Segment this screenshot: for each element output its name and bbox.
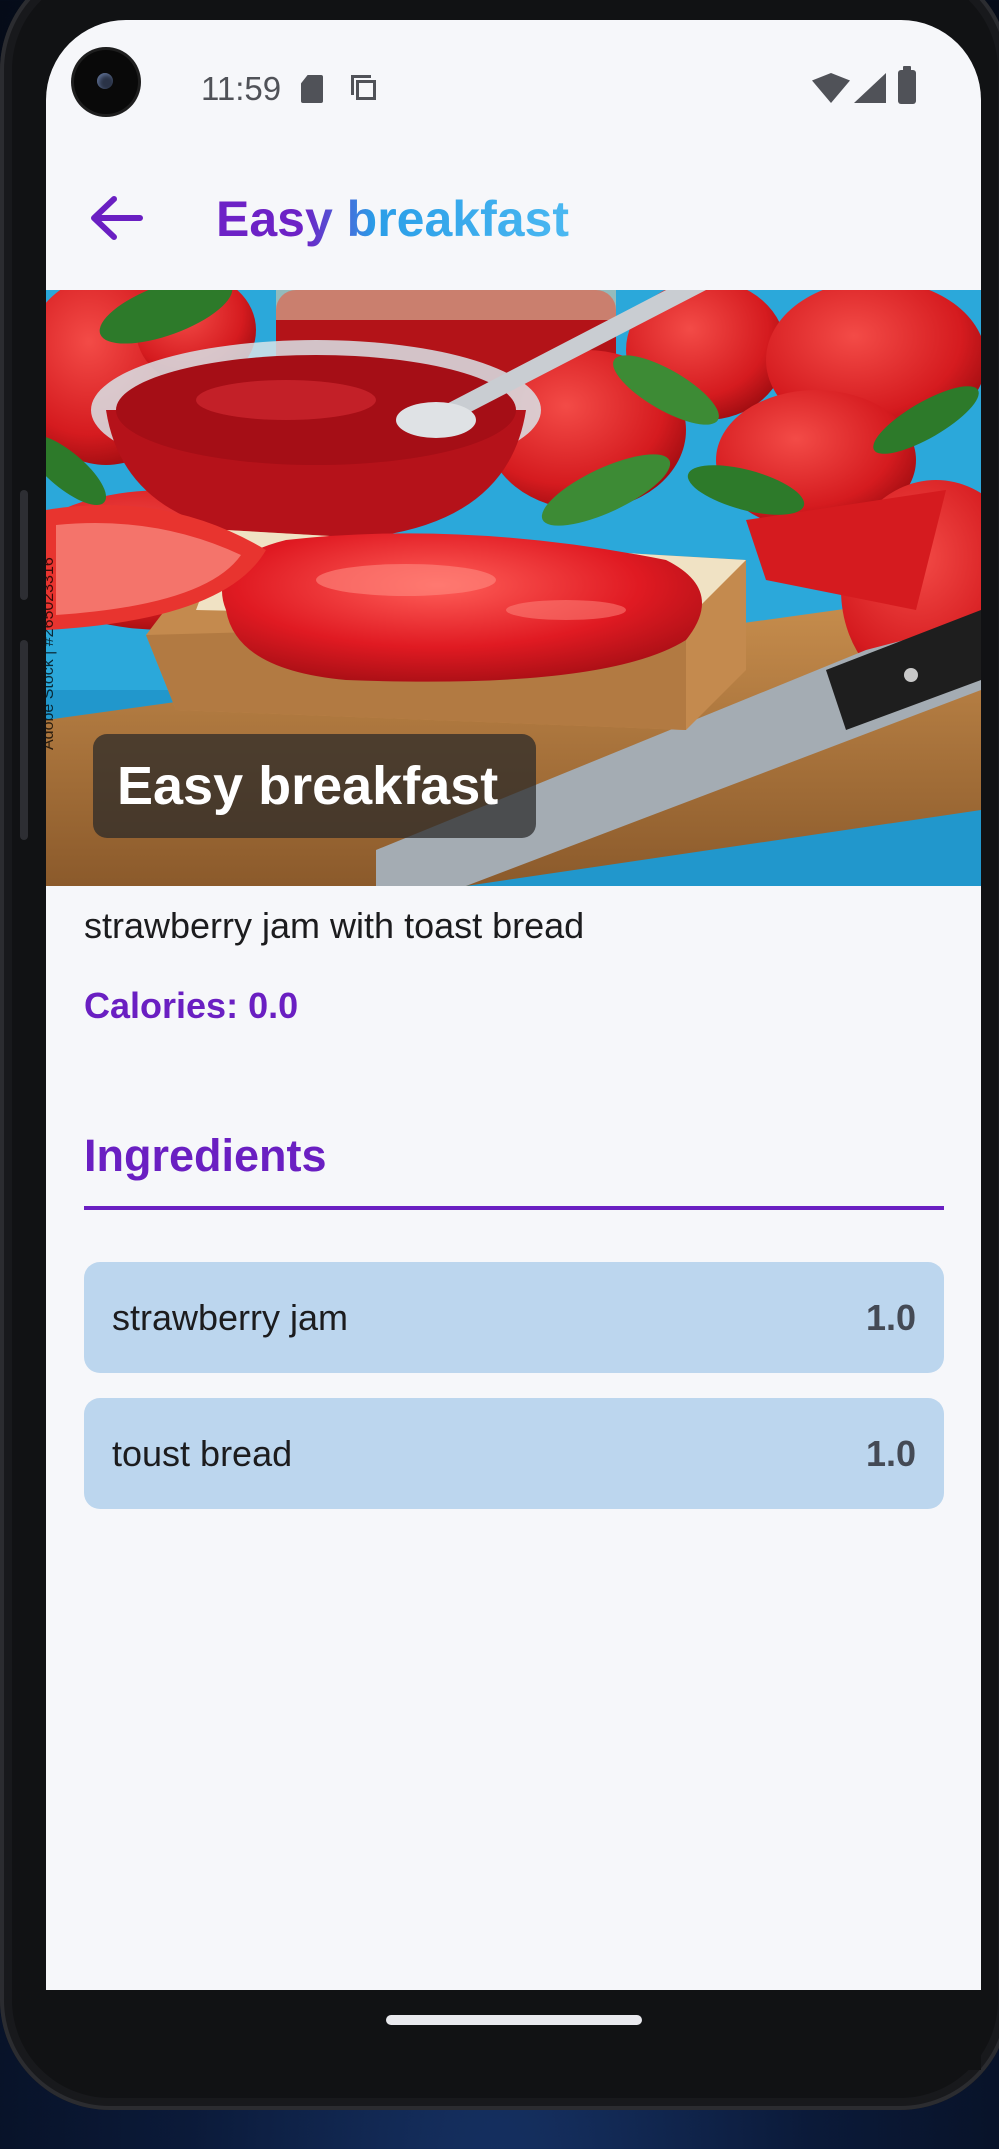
ingredient-item[interactable]: strawberry jam 1.0 — [84, 1262, 944, 1373]
copy-icon — [351, 75, 379, 103]
wifi-icon — [812, 73, 850, 103]
ingredient-quantity: 1.0 — [865, 1297, 916, 1338]
status-time: 11:59 — [201, 70, 282, 107]
image-watermark: Adobe Stock | #265023316 — [46, 557, 57, 750]
power-button — [20, 640, 28, 840]
battery-icon — [898, 66, 916, 104]
volume-button — [20, 490, 28, 600]
ingredient-item[interactable]: toust bread 1.0 — [84, 1398, 944, 1509]
status-bar: 11:59 — [46, 20, 981, 150]
calories-value: 0.0 — [248, 985, 299, 1026]
recipe-hero-image: Adobe Stock | #265023316 Easy breakfast — [46, 290, 981, 886]
ingredients-divider — [84, 1206, 944, 1210]
arrow-left-icon — [91, 196, 143, 240]
home-indicator[interactable] — [386, 2015, 642, 2025]
front-camera — [74, 50, 138, 114]
back-button[interactable] — [76, 178, 156, 258]
hero-title: Easy breakfast — [117, 756, 499, 816]
sd-card-icon — [301, 75, 323, 103]
ingredient-name: toust bread — [112, 1433, 293, 1474]
app-bar-title: Easy breakfast — [216, 191, 570, 247]
calories-label: Calories: — [84, 985, 239, 1026]
recipe-calories: Calories: 0.0 — [84, 985, 298, 1027]
signal-icon — [854, 73, 886, 103]
recipe-description: strawberry jam with toast bread — [84, 905, 585, 946]
navigation-bar — [46, 1990, 981, 2070]
ingredients-heading: Ingredients — [84, 1130, 327, 1181]
hero-title-overlay: Easy breakfast — [93, 734, 537, 838]
ingredient-name: strawberry jam — [112, 1297, 349, 1338]
ingredient-quantity: 1.0 — [865, 1433, 916, 1474]
app-screen: 11:59 Easy breakfast Adobe Stock #265023… — [46, 20, 981, 1990]
app-bar: Easy breakfast — [46, 150, 981, 290]
